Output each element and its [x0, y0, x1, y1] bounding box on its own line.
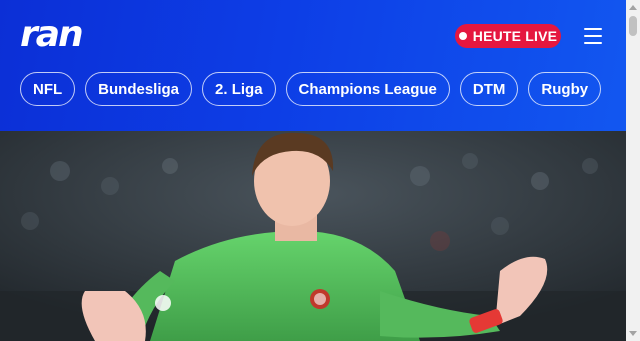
sport-nav: NFL Bundesliga 2. Liga Champions League …: [20, 72, 602, 106]
scroll-down-arrow-icon[interactable]: [629, 331, 637, 336]
ran-logo[interactable]: ran: [20, 17, 94, 53]
nav-item-bundesliga[interactable]: Bundesliga: [85, 72, 193, 106]
hamburger-menu-icon[interactable]: [582, 25, 604, 47]
heute-live-label: HEUTE LIVE: [472, 28, 558, 44]
live-dot-icon: [458, 32, 467, 40]
scroll-up-arrow-icon[interactable]: [629, 5, 637, 10]
nav-item-nfl[interactable]: NFL: [20, 72, 76, 106]
nav-item-dtm[interactable]: DTM: [459, 72, 519, 106]
menu-bar-bottom: [584, 42, 602, 44]
site-header: ran HEUTE LIVE NFL Bundesliga 2. Liga Ch…: [0, 0, 626, 131]
hero-image[interactable]: [0, 131, 626, 341]
nav-item-rugby[interactable]: Rugby: [528, 72, 602, 106]
nav-item-2-liga[interactable]: 2. Liga: [202, 72, 276, 106]
menu-bar-middle: [584, 35, 602, 37]
page: ran HEUTE LIVE NFL Bundesliga 2. Liga Ch…: [0, 0, 640, 341]
scroll-thumb[interactable]: [629, 16, 637, 36]
menu-bar-top: [584, 28, 602, 30]
heute-live-button[interactable]: HEUTE LIVE: [455, 24, 561, 48]
nav-item-champions-league[interactable]: Champions League: [285, 72, 450, 106]
vertical-scrollbar[interactable]: [626, 0, 640, 341]
goalkeeper-photo: [0, 131, 626, 341]
